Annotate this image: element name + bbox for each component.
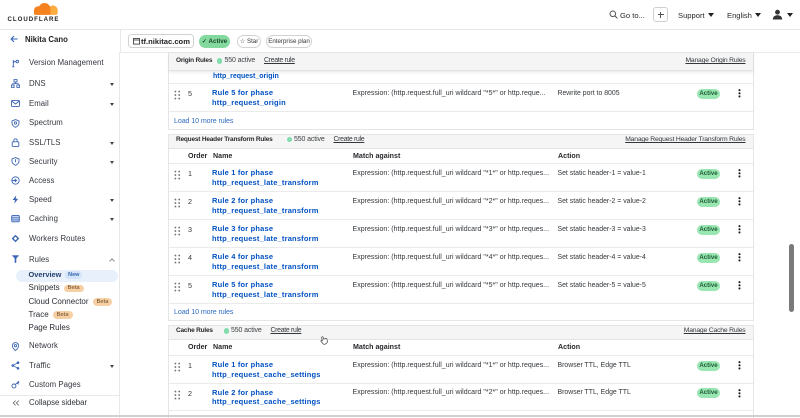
svg-text:CLOUDFLARE: CLOUDFLARE (8, 16, 60, 22)
